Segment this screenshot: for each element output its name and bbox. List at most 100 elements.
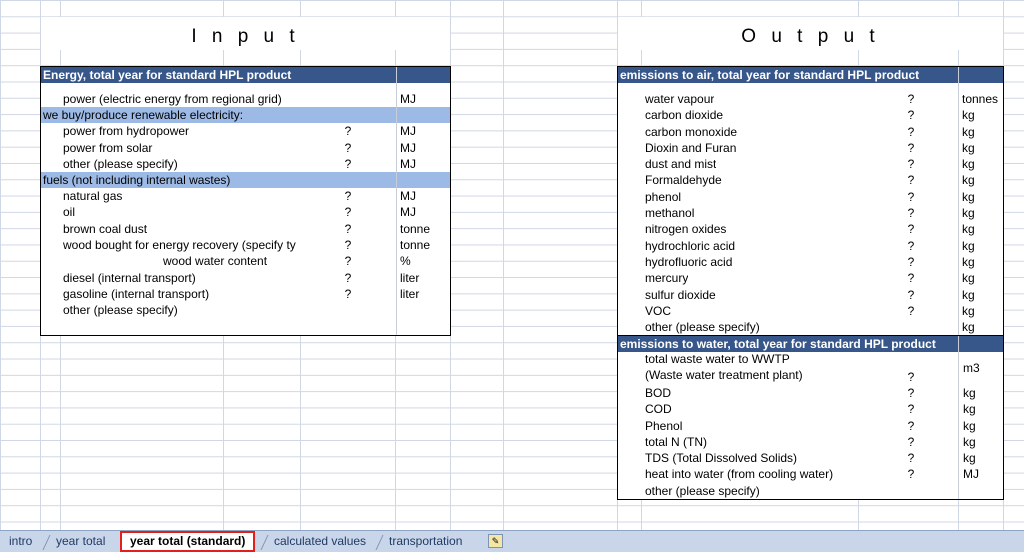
input-row[interactable]: brown coal dust? tonne — [41, 221, 450, 237]
air-emission-row[interactable]: other (please specify) kg — [618, 319, 1003, 335]
air-emission-value[interactable]: ? — [904, 287, 918, 303]
air-emission-value[interactable]: ? — [904, 254, 918, 270]
water-emission-unit: MJ — [963, 467, 979, 482]
water-emission-row[interactable]: COD? kg — [618, 401, 1003, 417]
water-row-value[interactable]: ? — [904, 369, 918, 385]
air-emission-row[interactable]: VOC? kg — [618, 303, 1003, 319]
water-emission-value[interactable]: ? — [904, 401, 918, 417]
air-emission-value[interactable]: ? — [904, 156, 918, 172]
air-emission-label: other (please specify) — [645, 320, 760, 335]
input-row-label: wood bought for energy recovery (specify… — [63, 238, 296, 253]
input-row-value[interactable]: ? — [341, 204, 355, 220]
air-emission-row[interactable]: methanol? kg — [618, 205, 1003, 221]
air-emission-value[interactable]: ? — [904, 221, 918, 237]
input-row-value[interactable]: ? — [341, 237, 355, 253]
input-row-value[interactable]: ? — [341, 140, 355, 156]
input-row-label: power (electric energy from regional gri… — [63, 92, 282, 106]
water-emission-row[interactable]: total N (TN)? kg — [618, 434, 1003, 450]
water-emission-row[interactable]: Phenol? kg — [618, 418, 1003, 434]
air-emission-value[interactable]: ? — [904, 124, 918, 140]
water-emission-value[interactable]: ? — [904, 434, 918, 450]
input-row[interactable]: gasoline (internal transport)? liter — [41, 286, 450, 302]
air-emission-value[interactable]: ? — [904, 205, 918, 221]
water-emission-value[interactable]: ? — [904, 466, 918, 482]
air-emission-row[interactable]: hydrofluoric acid? kg — [618, 254, 1003, 270]
water-emission-label: Phenol — [645, 418, 683, 433]
water-emission-row[interactable]: heat into water (from cooling water)? MJ — [618, 466, 1003, 482]
input-row-value[interactable]: ? — [341, 286, 355, 302]
air-emission-row[interactable]: dust and mist? kg — [618, 156, 1003, 172]
input-row-unit: liter — [400, 286, 420, 301]
water-emission-value[interactable]: ? — [904, 450, 918, 466]
input-row-unit: MJ — [400, 156, 416, 171]
air-emission-unit: kg — [962, 222, 975, 237]
sheet-tab-intro[interactable]: intro — [5, 533, 36, 550]
input-row-label: oil — [63, 205, 76, 220]
input-row[interactable]: other (please specify)? MJ — [41, 156, 450, 172]
input-row[interactable]: oil? MJ — [41, 204, 450, 220]
air-emission-row[interactable]: Formaldehyde? kg — [618, 172, 1003, 188]
input-row-value[interactable]: ? — [341, 221, 355, 237]
input-row-label: gasoline (internal transport) — [63, 286, 210, 301]
sheet-tab-transportation[interactable]: transportation — [385, 533, 466, 550]
input-row[interactable]: other (please specify) — [41, 302, 450, 318]
input-row-value[interactable]: ? — [341, 253, 355, 269]
air-emission-value[interactable]: ? — [904, 238, 918, 254]
emissions-air-table: emissions to air, total year for standar… — [617, 66, 1004, 336]
input-row-unit: MJ — [400, 92, 416, 106]
air-emission-unit: kg — [962, 108, 975, 123]
water-emission-value[interactable]: ? — [904, 418, 918, 434]
water-emission-label: BOD — [645, 386, 672, 400]
air-emission-value[interactable]: ? — [904, 91, 918, 107]
input-row[interactable]: power from solar? MJ — [41, 140, 450, 156]
water-emission-row[interactable]: TDS (Total Dissolved Solids)? kg — [618, 450, 1003, 466]
air-emission-value[interactable]: ? — [904, 189, 918, 205]
air-emission-label: carbon dioxide — [645, 108, 724, 123]
air-emission-value[interactable]: ? — [904, 107, 918, 123]
water-emission-value[interactable]: ? — [904, 385, 918, 401]
air-emission-row[interactable]: phenol? kg — [618, 189, 1003, 205]
input-row[interactable]: natural gas? MJ — [41, 188, 450, 204]
input-row[interactable]: wood bought for energy recovery (specify… — [41, 237, 450, 253]
input-row[interactable]: wood water content?% — [41, 253, 450, 269]
water-row-label: total waste water to WWTP — [645, 352, 790, 366]
air-emission-label: mercury — [645, 271, 689, 286]
input-energy-table: Energy, total year for standard HPL prod… — [40, 66, 451, 336]
air-emission-row[interactable]: Dioxin and Furan? kg — [618, 140, 1003, 156]
input-row[interactable]: diesel (internal transport)? liter — [41, 270, 450, 286]
air-emission-row[interactable]: sulfur dioxide? kg — [618, 287, 1003, 303]
water-emission-row[interactable]: BOD? kg — [618, 385, 1003, 401]
input-row-value[interactable]: ? — [341, 123, 355, 139]
sheet-tab-calculated-values[interactable]: calculated values — [270, 533, 370, 550]
grid-column-line — [503, 0, 504, 530]
input-row-label: other (please specify) — [63, 156, 178, 171]
input-row-label: natural gas — [63, 189, 123, 204]
air-emission-label: hydrofluoric acid — [645, 254, 733, 269]
column-divider — [396, 67, 397, 335]
input-row-value[interactable]: ? — [341, 188, 355, 204]
input-row[interactable]: power from hydropower? MJ — [41, 123, 450, 139]
insert-sheet-icon[interactable]: ✎ — [488, 534, 503, 548]
air-emission-row[interactable]: carbon monoxide? kg — [618, 124, 1003, 140]
air-emission-value[interactable]: ? — [904, 140, 918, 156]
input-row-value[interactable]: ? — [341, 270, 355, 286]
input-row[interactable]: power (electric energy from regional gri… — [41, 91, 450, 107]
air-emission-row[interactable]: water vapour? tonnes — [618, 91, 1003, 107]
water-row-wwtp[interactable]: total waste water to WWTP (Waste water t… — [618, 352, 1003, 385]
air-emission-value[interactable]: ? — [904, 303, 918, 319]
air-emission-value[interactable]: ? — [904, 172, 918, 188]
input-row-value[interactable]: ? — [341, 156, 355, 172]
air-emission-row[interactable]: carbon dioxide? kg — [618, 107, 1003, 123]
air-emission-row[interactable]: mercury? kg — [618, 270, 1003, 286]
air-emission-row[interactable]: nitrogen oxides? kg — [618, 221, 1003, 237]
air-emission-value[interactable]: ? — [904, 270, 918, 286]
air-emission-unit: kg — [962, 287, 975, 302]
sheet-tab-year-total[interactable]: year total — [52, 533, 109, 550]
air-emission-unit: kg — [962, 189, 975, 204]
water-emission-unit: kg — [963, 402, 976, 417]
output-title-cell: O u t p u t — [618, 17, 1003, 50]
air-emission-unit: kg — [962, 254, 975, 269]
sheet-tab-year-total-standard[interactable]: year total (standard) — [120, 531, 256, 552]
air-emission-row[interactable]: hydrochloric acid? kg — [618, 238, 1003, 254]
water-emission-row[interactable]: other (please specify) — [618, 483, 1003, 499]
